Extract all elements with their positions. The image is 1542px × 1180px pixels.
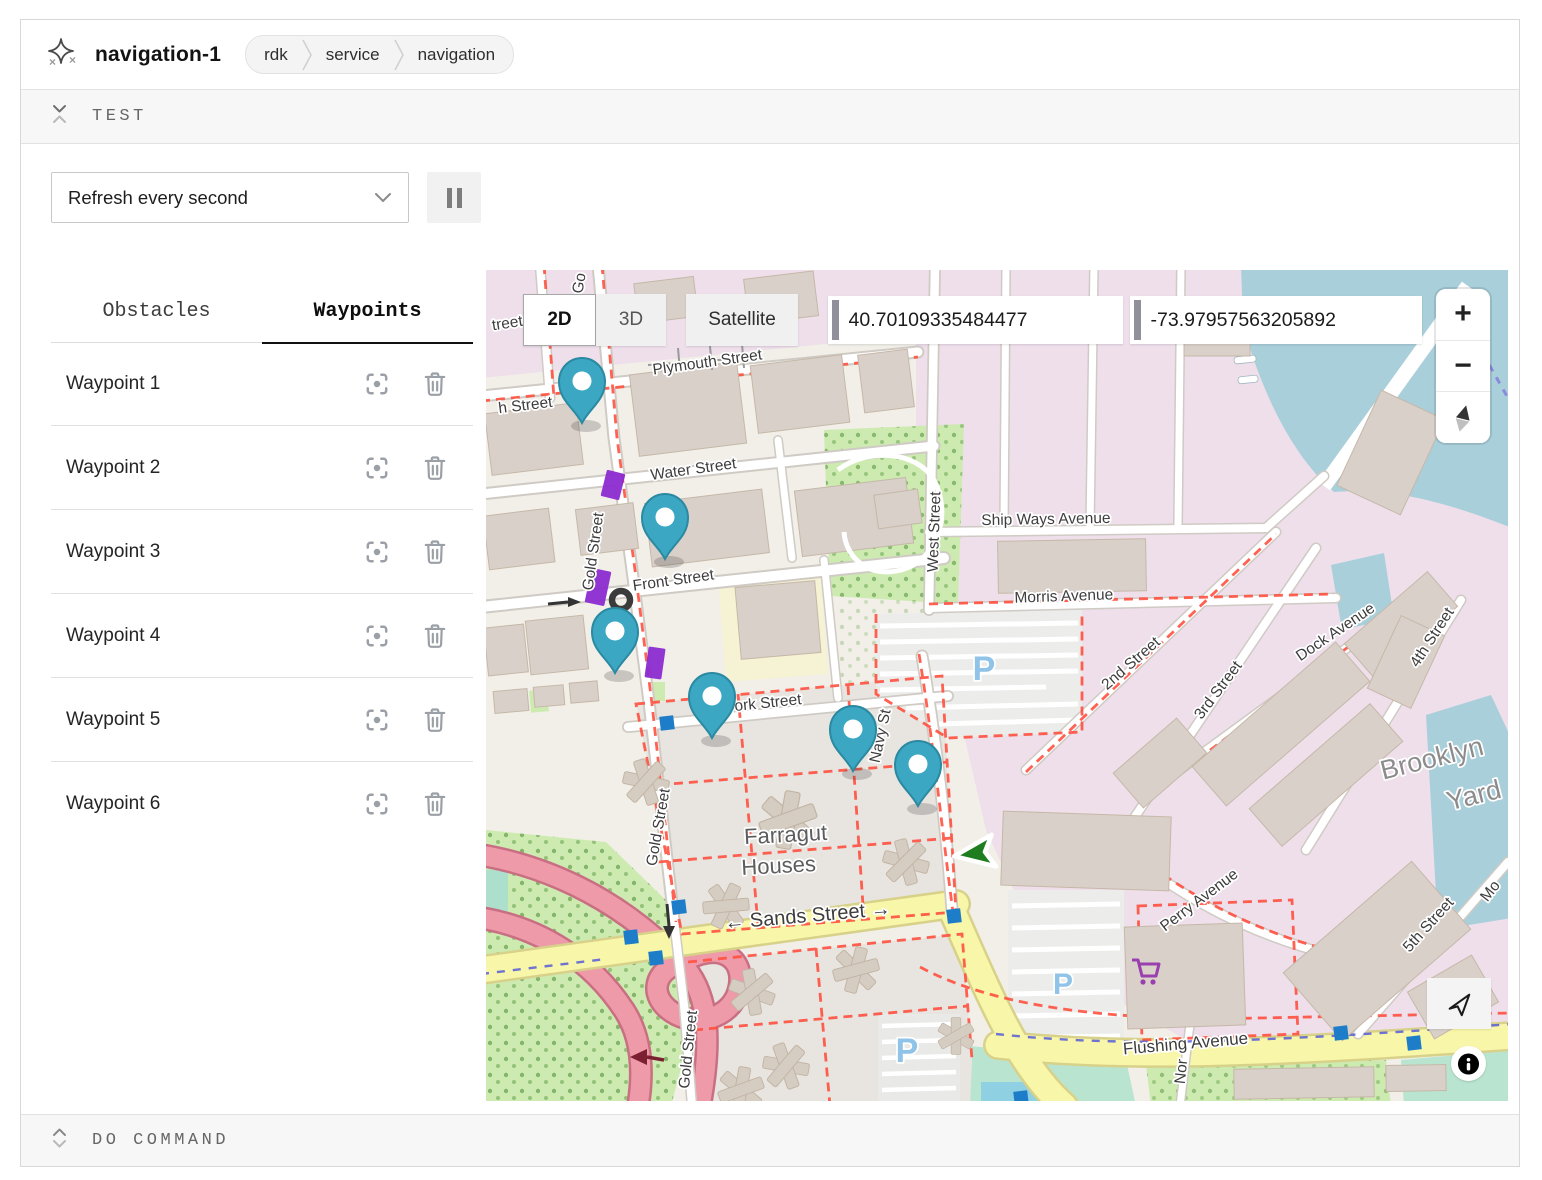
do-command-bar[interactable]: DO COMMAND bbox=[21, 1114, 1519, 1166]
waypoint-name: Waypoint 6 bbox=[66, 793, 363, 815]
longitude-input[interactable] bbox=[1141, 309, 1422, 332]
waypoint-row: Waypoint 3 bbox=[51, 510, 473, 594]
trash-icon bbox=[423, 791, 447, 817]
map-zoom-control: + − bbox=[1436, 289, 1490, 443]
obstacles-waypoints-tabs: Obstacles Waypoints bbox=[51, 292, 473, 343]
delete-waypoint-button[interactable] bbox=[421, 706, 449, 734]
expand-icon bbox=[51, 1126, 68, 1155]
latitude-input[interactable] bbox=[839, 309, 1123, 332]
waypoint-name: Waypoint 1 bbox=[66, 373, 363, 395]
delete-waypoint-button[interactable] bbox=[421, 790, 449, 818]
focus-waypoint-button[interactable] bbox=[363, 454, 391, 482]
svg-text:×: × bbox=[49, 55, 56, 68]
navigation-map[interactable]: Plymouth Streeth StreetWater StreetFront… bbox=[486, 270, 1508, 1101]
waypoint-row: Waypoint 6 bbox=[51, 762, 473, 846]
focus-waypoint-button[interactable] bbox=[363, 370, 391, 398]
focus-icon bbox=[364, 539, 390, 565]
street-label: Ship Ways Avenue bbox=[981, 510, 1111, 529]
traffic-signal-square bbox=[659, 715, 675, 731]
waypoint-row: Waypoint 5 bbox=[51, 678, 473, 762]
trash-icon bbox=[423, 623, 447, 649]
traffic-signal-square bbox=[1013, 1090, 1029, 1101]
traffic-signal-square bbox=[648, 950, 664, 966]
refresh-rate-value: Refresh every second bbox=[68, 187, 248, 209]
waypoint-row: Waypoint 2 bbox=[51, 426, 473, 510]
focus-waypoint-button[interactable] bbox=[363, 622, 391, 650]
street-label: Morris Avenue bbox=[1014, 586, 1113, 606]
traffic-signal-square bbox=[671, 899, 687, 915]
focus-icon bbox=[364, 707, 390, 733]
compass-button[interactable] bbox=[1436, 391, 1490, 443]
street-label: Go bbox=[569, 272, 589, 295]
street-label: West Street bbox=[925, 491, 945, 573]
waypoint-list: Waypoint 1 bbox=[51, 342, 473, 846]
info-icon bbox=[1457, 1052, 1480, 1076]
map-attribution-button[interactable] bbox=[1451, 1046, 1486, 1081]
svg-text:×: × bbox=[69, 53, 76, 67]
collapse-icon bbox=[51, 102, 68, 131]
trash-icon bbox=[423, 539, 447, 565]
focus-waypoint-button[interactable] bbox=[363, 538, 391, 566]
breadcrumb: rdk service navigation bbox=[245, 35, 514, 74]
longitude-field-wrap bbox=[1130, 296, 1422, 344]
breadcrumb-separator-icon bbox=[393, 37, 405, 73]
traffic-signal-square bbox=[1406, 1035, 1422, 1051]
waypoint-row: Waypoint 1 bbox=[51, 342, 473, 426]
delete-waypoint-button[interactable] bbox=[421, 622, 449, 650]
breadcrumb-item: navigation bbox=[418, 45, 496, 65]
card-header: × × navigation-1 rdk service navigation bbox=[21, 20, 1519, 89]
street-label: P bbox=[1053, 968, 1073, 1001]
tab-waypoints[interactable]: Waypoints bbox=[262, 292, 473, 344]
compass-needle-icon bbox=[1450, 403, 1476, 433]
service-sparkle-icon: × × bbox=[46, 36, 78, 73]
do-command-label: DO COMMAND bbox=[92, 1131, 229, 1150]
chevron-down-icon bbox=[374, 192, 392, 203]
refresh-rate-select[interactable]: Refresh every second bbox=[51, 172, 409, 223]
page-title: navigation-1 bbox=[95, 43, 221, 67]
street-label: P bbox=[896, 1032, 919, 1070]
trash-icon bbox=[423, 371, 447, 397]
latitude-field-wrap bbox=[828, 296, 1123, 344]
street-label: P bbox=[973, 650, 996, 688]
focus-icon bbox=[364, 371, 390, 397]
waypoint-name: Waypoint 5 bbox=[66, 709, 363, 731]
test-section-bar[interactable]: TEST bbox=[21, 89, 1519, 144]
map-2d-button[interactable]: 2D bbox=[523, 294, 596, 346]
delete-waypoint-button[interactable] bbox=[421, 370, 449, 398]
zoom-in-button[interactable]: + bbox=[1436, 289, 1490, 340]
focus-waypoint-button[interactable] bbox=[363, 790, 391, 818]
pause-icon bbox=[445, 187, 464, 209]
waypoint-name: Waypoint 4 bbox=[66, 625, 363, 647]
zoom-out-button[interactable]: − bbox=[1436, 340, 1490, 392]
waypoint-name: Waypoint 2 bbox=[66, 457, 363, 479]
trash-icon bbox=[423, 707, 447, 733]
traffic-signal-square bbox=[946, 908, 962, 924]
map-satellite-button[interactable]: Satellite bbox=[686, 294, 798, 346]
focus-icon bbox=[364, 791, 390, 817]
pause-refresh-button[interactable] bbox=[427, 172, 481, 223]
street-label: Nor bbox=[1172, 1058, 1192, 1085]
focus-waypoint-button[interactable] bbox=[363, 706, 391, 734]
delete-waypoint-button[interactable] bbox=[421, 454, 449, 482]
trash-icon bbox=[423, 455, 447, 481]
focus-icon bbox=[364, 455, 390, 481]
traffic-signal-square bbox=[1333, 1025, 1349, 1041]
tab-obstacles[interactable]: Obstacles bbox=[51, 292, 262, 342]
breadcrumb-separator-icon bbox=[301, 37, 313, 73]
focus-icon bbox=[364, 623, 390, 649]
waypoint-row: Waypoint 4 bbox=[51, 594, 473, 678]
map-3d-button[interactable]: 3D bbox=[596, 294, 666, 346]
delete-waypoint-button[interactable] bbox=[421, 538, 449, 566]
waypoint-name: Waypoint 3 bbox=[66, 541, 363, 563]
map-canvas[interactable]: Plymouth Streeth StreetWater StreetFront… bbox=[486, 270, 1508, 1101]
breadcrumb-item: service bbox=[326, 45, 380, 65]
navigation-service-card: × × navigation-1 rdk service navigation TE… bbox=[20, 19, 1520, 1167]
navigation-arrow-icon bbox=[1445, 990, 1473, 1018]
test-section-label: TEST bbox=[92, 107, 147, 126]
street-label: Houses bbox=[741, 851, 817, 880]
breadcrumb-item: rdk bbox=[264, 45, 288, 65]
street-label: Farragut bbox=[743, 820, 827, 849]
locate-robot-button[interactable] bbox=[1427, 978, 1491, 1029]
traffic-signal-square bbox=[623, 929, 639, 945]
